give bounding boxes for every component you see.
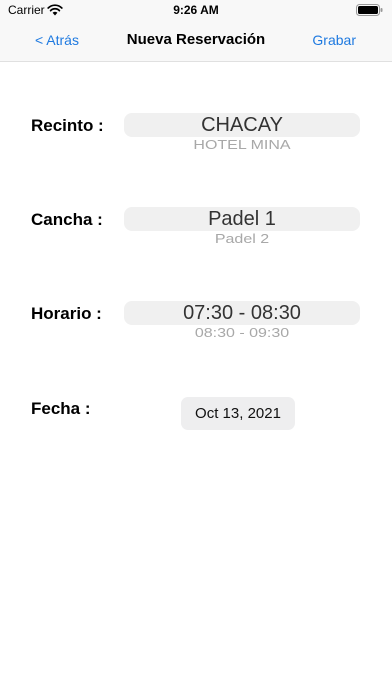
cancha-picker[interactable]: Padel 1 Padel 2 <box>124 207 360 249</box>
recinto-next-option[interactable]: HOTEL MINA <box>124 139 360 153</box>
cancha-next-option[interactable]: Padel 2 <box>124 233 360 247</box>
status-time: 9:26 AM <box>173 3 219 17</box>
cancha-label: Cancha : <box>31 210 103 229</box>
horario-picker[interactable]: 07:30 - 08:30 08:30 - 09:30 <box>124 301 360 343</box>
horario-selected-value: 07:30 - 08:30 <box>183 302 301 324</box>
recinto-selected-value: CHACAY <box>201 114 283 136</box>
navigation-bar: < Atrás Nueva Reservación Grabar <box>0 20 392 62</box>
status-bar: Carrier 9:26 AM <box>0 0 392 20</box>
recinto-picker[interactable]: CHACAY HOTEL MINA <box>124 113 360 155</box>
cancha-selected-value: Padel 1 <box>208 208 276 230</box>
date-picker-button[interactable]: Oct 13, 2021 <box>181 397 295 430</box>
fecha-label: Fecha : <box>31 399 91 418</box>
save-button[interactable]: Grabar <box>312 32 356 48</box>
battery-icon <box>356 4 383 16</box>
horario-next-option[interactable]: 08:30 - 09:30 <box>124 327 360 341</box>
recinto-label: Recinto : <box>31 116 104 135</box>
horario-label: Horario : <box>31 304 102 323</box>
